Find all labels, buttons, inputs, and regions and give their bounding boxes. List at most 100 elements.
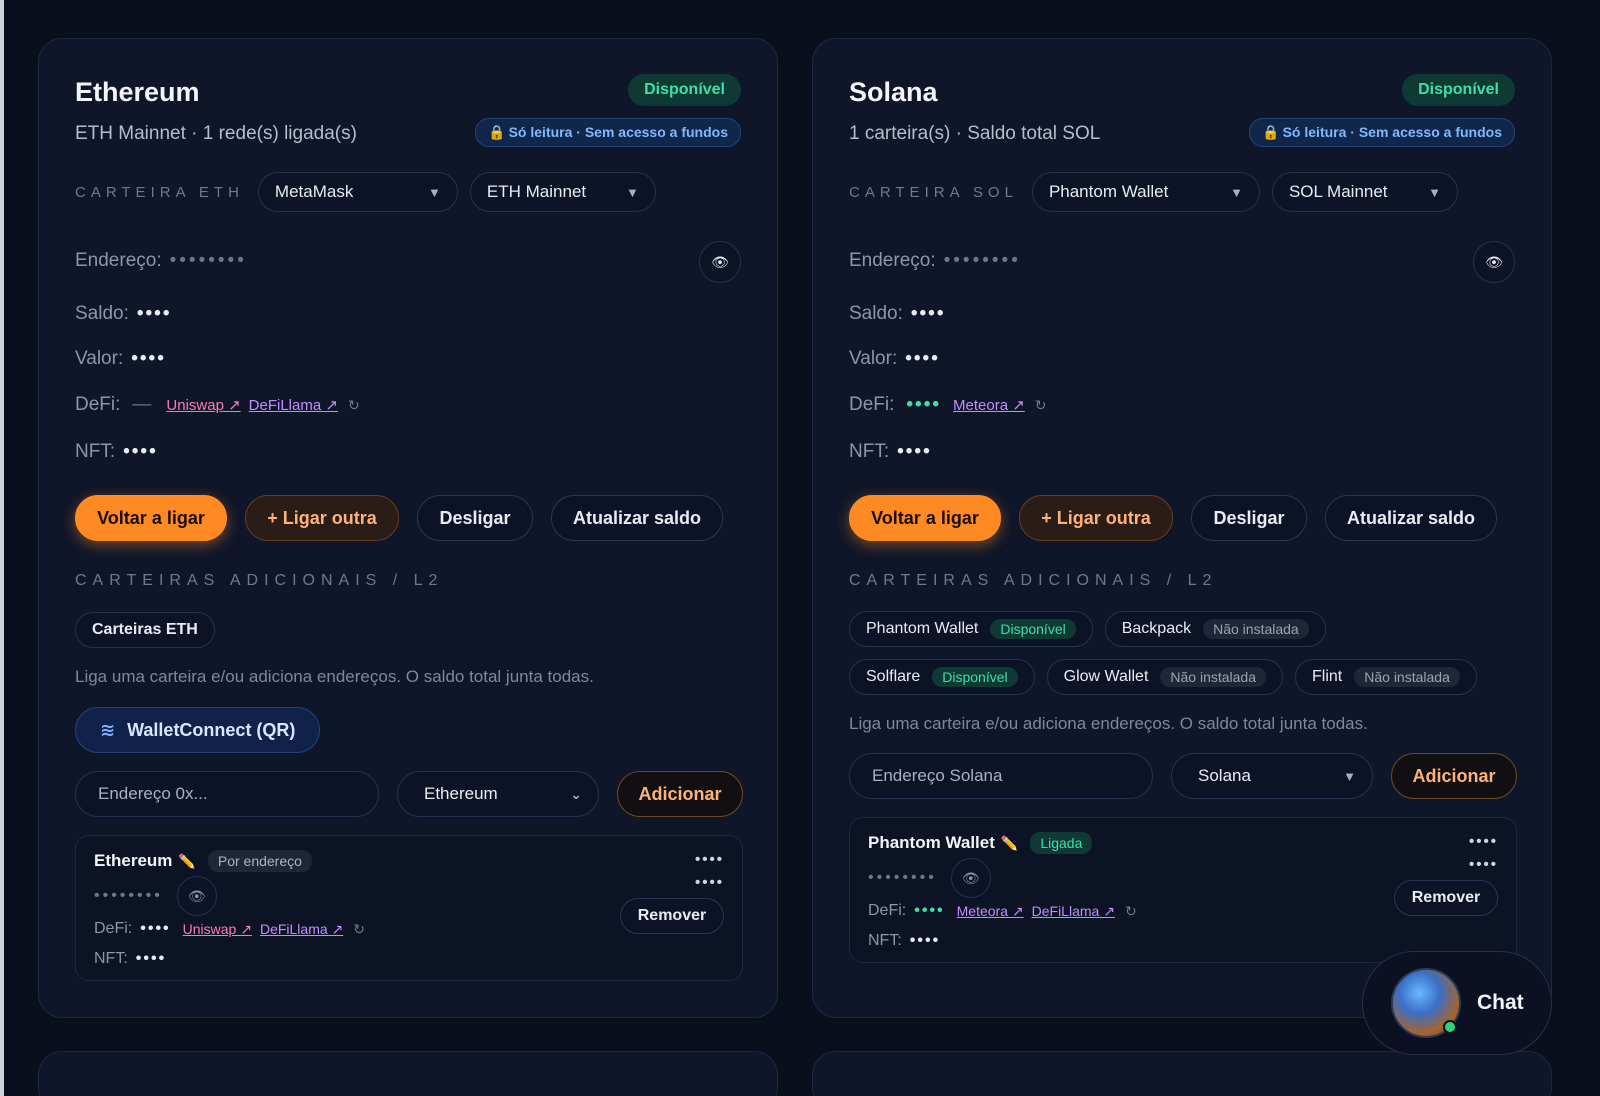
refresh-icon[interactable]: ↻ [353, 921, 365, 938]
chip-status: Não instalada [1354, 667, 1460, 687]
next-card [812, 1051, 1552, 1096]
meteora-link[interactable]: Meteora ↗ [957, 903, 1024, 920]
caret-down-icon: ▼ [1230, 184, 1243, 200]
disconnect-button[interactable]: Desligar [417, 495, 533, 541]
card-title: Ethereum [75, 77, 200, 107]
balance-label: Saldo: [849, 303, 903, 324]
entry-address-row: •••••••• 👁 [868, 858, 991, 898]
address-input[interactable]: Endereço 0x... [75, 771, 379, 817]
reveal-address-button[interactable]: 👁 [1473, 241, 1515, 283]
network-select[interactable]: ETH Mainnet ▼ [469, 172, 656, 212]
defi-label: DeFi: [75, 394, 121, 415]
chip-backpack[interactable]: Backpack Não instalada [1104, 611, 1326, 647]
more-menu-icon[interactable]: •••• •••• [1469, 830, 1498, 876]
caret-down-icon: ▼ [1428, 184, 1441, 200]
entry-nft-label: NFT: [868, 932, 902, 949]
pencil-icon[interactable]: ✏️ [1001, 835, 1018, 852]
wallet-select[interactable]: MetaMask ▼ [257, 172, 458, 212]
defi-value: •••• [906, 394, 942, 415]
add-button[interactable]: Adicionar [617, 771, 743, 817]
walletconnect-button[interactable]: ≋ WalletConnect (QR) [75, 707, 321, 753]
chip-flint[interactable]: Flint Não instalada [1295, 659, 1477, 695]
menu-dots-line: •••• [694, 874, 724, 891]
value-value: •••• [131, 348, 166, 369]
wallet-chips-row-2: Solflare Disponível Glow Wallet Não instal… [849, 659, 1477, 695]
entry-tag: Por endereço [207, 850, 312, 872]
nft-row: NFT: •••• [849, 441, 932, 463]
wallet-entry: Ethereum ✏️ Por endereço •••• •••• ••••••… [75, 835, 743, 981]
disconnect-button[interactable]: Desligar [1191, 495, 1307, 541]
reveal-entry-address-button[interactable]: 👁 [176, 876, 217, 916]
chip-glow[interactable]: Glow Wallet Não instalada [1046, 659, 1284, 695]
chain-select[interactable]: Ethereum ⌄ [397, 771, 599, 817]
chat-button[interactable]: Chat [1362, 951, 1552, 1055]
entry-title-text: Phantom Wallet [868, 833, 995, 852]
chip-label: Glow Wallet [1063, 668, 1149, 685]
help-text: Liga uma carteira e/ou adiciona endereço… [849, 714, 1368, 733]
more-menu-icon[interactable]: •••• •••• [695, 848, 724, 894]
refresh-balance-button[interactable]: Atualizar saldo [1325, 495, 1497, 541]
reveal-address-button[interactable]: 👁 [699, 241, 741, 283]
network-select[interactable]: SOL Mainnet ▼ [1271, 172, 1458, 212]
walletconnect-icon: ≋ [100, 719, 116, 740]
address-input-placeholder: Endereço Solana [872, 766, 1003, 785]
value-row: Valor: •••• [75, 348, 166, 370]
address-input[interactable]: Endereço Solana [849, 753, 1153, 799]
entry-tag: Ligada [1030, 832, 1093, 854]
chain-select-value: Solana [1198, 766, 1251, 785]
lock-icon: 🔒 [1262, 124, 1280, 140]
address-label: Endereço: [849, 250, 936, 271]
uniswap-link[interactable]: Uniswap ↗ [183, 921, 252, 938]
defillama-link[interactable]: DeFiLlama ↗ [260, 921, 343, 938]
add-button[interactable]: Adicionar [1391, 753, 1517, 799]
menu-dots-line: •••• [1468, 833, 1498, 850]
connect-another-button[interactable]: + Ligar outra [1019, 495, 1173, 541]
chip-status: Não instalada [1203, 619, 1309, 639]
connect-another-button[interactable]: + Ligar outra [245, 495, 399, 541]
wallet-select[interactable]: Phantom Wallet ▼ [1031, 172, 1260, 212]
caret-down-icon: ▼ [1343, 768, 1356, 784]
entry-address-row: •••••••• 👁 [94, 876, 217, 916]
refresh-icon[interactable]: ↻ [1125, 903, 1137, 920]
refresh-balance-button[interactable]: Atualizar saldo [551, 495, 723, 541]
remove-button[interactable]: Remover [620, 898, 724, 934]
meteora-link[interactable]: Meteora ↗ [953, 396, 1025, 414]
readonly-text: Só leitura · Sem acesso a fundos [508, 124, 728, 140]
chip-status: Disponível [932, 667, 1018, 687]
card-subtitle: 1 carteira(s) · Saldo total SOL [849, 123, 1101, 144]
status-badge: Disponível [628, 74, 741, 106]
lock-icon: 🔒 [488, 124, 506, 140]
remove-button[interactable]: Remover [1394, 880, 1498, 916]
chip-eth-wallets[interactable]: Carteiras ETH [75, 612, 215, 648]
entry-defi-value: •••• [140, 920, 171, 937]
menu-dots-line: •••• [1468, 856, 1498, 873]
chip-phantom[interactable]: Phantom Wallet Disponível [849, 611, 1093, 647]
entry-nft-row: NFT: •••• [868, 932, 940, 950]
ethereum-card: Ethereum ETH Mainnet · 1 rede(s) ligada(… [38, 38, 778, 1018]
chip-solflare[interactable]: Solflare Disponível [849, 659, 1035, 695]
action-buttons: Voltar a ligar + Ligar outra Desligar At… [75, 495, 741, 541]
refresh-icon[interactable]: ↻ [348, 397, 360, 414]
entry-title-text: Ethereum [94, 851, 173, 870]
eye-icon: 👁 [961, 869, 980, 886]
chain-select[interactable]: Solana ▼ [1171, 753, 1373, 799]
nft-label: NFT: [849, 441, 890, 462]
pencil-icon[interactable]: ✏️ [178, 853, 195, 870]
reconnect-button[interactable]: Voltar a ligar [849, 495, 1001, 541]
wallet-select-value: Phantom Wallet [1048, 182, 1169, 201]
wallet-label: CARTEIRA ETH [75, 183, 244, 201]
reconnect-button[interactable]: Voltar a ligar [75, 495, 227, 541]
uniswap-link[interactable]: Uniswap ↗ [166, 396, 240, 414]
balance-label: Saldo: [75, 303, 129, 324]
address-row: Endereço: •••••••• [849, 250, 1021, 272]
balance-value: •••• [136, 303, 172, 324]
refresh-icon[interactable]: ↻ [1035, 397, 1047, 414]
defillama-link[interactable]: DeFiLlama ↗ [1032, 903, 1115, 920]
chip-label: Solflare [866, 668, 921, 685]
reveal-entry-address-button[interactable]: 👁 [950, 858, 991, 898]
defillama-link[interactable]: DeFiLlama ↗ [249, 396, 338, 414]
entry-defi-value: •••• [914, 902, 945, 919]
eye-icon: 👁 [711, 253, 729, 270]
entry-nft-value: •••• [135, 950, 167, 967]
chip-label: Flint [1312, 668, 1343, 685]
